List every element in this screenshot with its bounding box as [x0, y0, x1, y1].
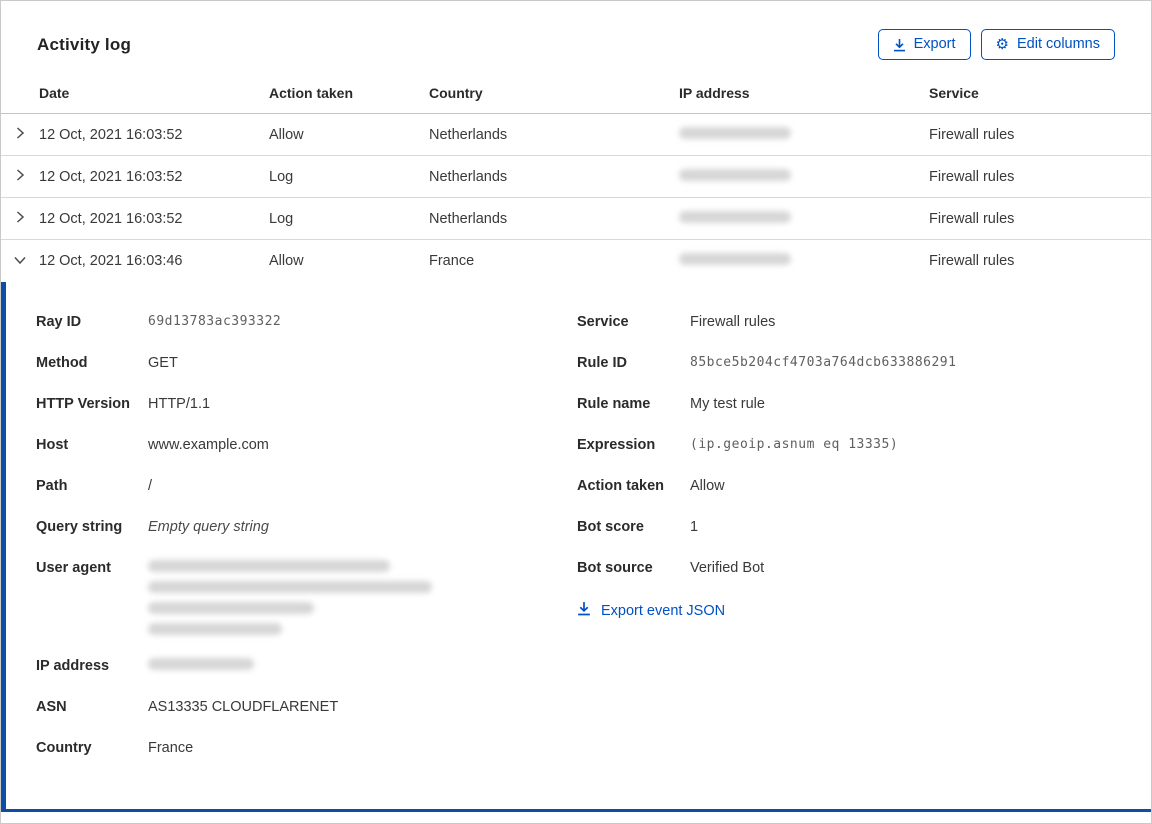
expand-row-button[interactable] — [10, 164, 30, 189]
detail-label-country: Country — [36, 740, 92, 756]
gear-icon: ⚙ — [995, 36, 1009, 53]
detail-left-column: Ray ID 69d13783ac393322 Method GET HTTP … — [36, 312, 577, 809]
row-country: France — [429, 253, 475, 269]
table-row-expanded[interactable]: 12 Oct, 2021 16:03:46 Allow France Firew… — [1, 240, 1151, 282]
row-country: Netherlands — [429, 210, 508, 227]
detail-value-http-version: HTTP/1.1 — [148, 396, 211, 412]
detail-value-asn: AS13335 CLOUDFLARENET — [148, 699, 339, 715]
row-date: 12 Oct, 2021 16:03:52 — [39, 168, 183, 185]
export-event-json-label: Export event JSON — [601, 602, 726, 619]
page-title: Activity log — [37, 34, 132, 54]
column-header-action-taken: Action taken — [269, 85, 354, 101]
row-date: 12 Oct, 2021 16:03:52 — [39, 210, 183, 227]
redacted-ip-address — [679, 126, 791, 139]
toolbar: Export ⚙ Edit columns — [877, 29, 1115, 60]
detail-value-ray-id: 69d13783ac393322 — [148, 314, 282, 329]
detail-value-expression: (ip.geoip.asnum eq 13335) — [690, 437, 899, 452]
detail-label-rule-name: Rule name — [577, 396, 651, 412]
row-service: Firewall rules — [929, 126, 1015, 143]
row-service: Firewall rules — [929, 210, 1015, 227]
table-header: Date Action taken Country IP address Ser… — [1, 82, 1151, 114]
detail-value-method: GET — [148, 355, 178, 371]
detail-label-http-version: HTTP Version — [36, 396, 131, 412]
redacted-ip-address — [679, 253, 791, 265]
download-icon — [893, 38, 906, 52]
detail-value-query-string: Empty query string — [148, 519, 269, 535]
detail-label-action-taken: Action taken — [577, 478, 665, 494]
detail-label-bot-source: Bot source — [577, 560, 653, 576]
collapse-row-button[interactable] — [9, 250, 31, 273]
detail-label-service: Service — [577, 314, 629, 330]
expand-row-button[interactable] — [10, 206, 30, 231]
edit-columns-button-label: Edit columns — [1016, 36, 1100, 53]
detail-value-rule-id: 85bce5b204cf4703a764dcb633886291 — [690, 355, 957, 370]
detail-value-host: www.example.com — [148, 437, 269, 453]
detail-label-bot-score: Bot score — [577, 519, 644, 535]
detail-label-query-string: Query string — [36, 519, 123, 535]
column-header-service: Service — [929, 85, 979, 101]
row-date: 12 Oct, 2021 16:03:52 — [39, 126, 183, 143]
export-button-label: Export — [913, 36, 956, 53]
detail-label-ray-id: Ray ID — [36, 314, 82, 330]
chevron-right-icon — [14, 210, 26, 227]
export-button[interactable]: Export — [877, 29, 971, 60]
detail-label-ip-address: IP address — [36, 658, 110, 674]
column-header-date: Date — [39, 85, 70, 101]
redacted-ip-address — [148, 658, 254, 670]
download-icon — [577, 601, 591, 620]
row-date: 12 Oct, 2021 16:03:46 — [39, 253, 183, 269]
detail-value-country: France — [148, 740, 194, 756]
detail-label-asn: ASN — [36, 699, 67, 715]
detail-value-bot-score: 1 — [690, 519, 699, 535]
detail-label-host: Host — [36, 437, 69, 453]
chevron-right-icon — [14, 126, 26, 143]
detail-label-rule-id: Rule ID — [577, 355, 627, 371]
row-action-taken: Allow — [269, 126, 304, 143]
detail-value-rule-name: My test rule — [690, 396, 765, 412]
table-row[interactable]: 12 Oct, 2021 16:03:52 Allow Netherlands … — [1, 114, 1151, 156]
row-action-taken: Log — [269, 168, 294, 185]
row-service: Firewall rules — [929, 253, 1015, 269]
row-action-taken: Allow — [269, 253, 304, 269]
redacted-user-agent — [148, 558, 432, 635]
export-event-json-link[interactable]: Export event JSON — [577, 601, 725, 620]
detail-value-action-taken: Allow — [690, 478, 725, 494]
redacted-ip-address — [679, 168, 791, 181]
detail-label-user-agent: User agent — [36, 560, 111, 576]
expand-row-button[interactable] — [10, 122, 30, 147]
column-header-ip-address: IP address — [679, 85, 750, 101]
detail-label-path: Path — [36, 478, 68, 494]
edit-columns-button[interactable]: ⚙ Edit columns — [980, 29, 1115, 60]
table-row[interactable]: 12 Oct, 2021 16:03:52 Log Netherlands Fi… — [1, 156, 1151, 198]
chevron-right-icon — [14, 168, 26, 185]
row-action-taken: Log — [269, 210, 294, 227]
detail-label-expression: Expression — [577, 437, 656, 453]
activity-log-panel: Activity log Export ⚙ Edit columns Date … — [0, 0, 1152, 824]
detail-value-path: / — [148, 478, 153, 494]
table-row[interactable]: 12 Oct, 2021 16:03:52 Log Netherlands Fi… — [1, 198, 1151, 240]
detail-right-column: Service Firewall rules Rule ID 85bce5b20… — [577, 312, 1151, 809]
row-country: Netherlands — [429, 126, 508, 143]
column-header-country: Country — [429, 85, 483, 101]
redacted-ip-address — [679, 210, 791, 223]
event-detail-panel: Ray ID 69d13783ac393322 Method GET HTTP … — [1, 282, 1151, 812]
topbar: Activity log Export ⚙ Edit columns — [1, 1, 1151, 82]
row-service: Firewall rules — [929, 168, 1015, 185]
row-country: Netherlands — [429, 168, 508, 185]
detail-value-service: Firewall rules — [690, 314, 776, 330]
detail-label-method: Method — [36, 355, 88, 371]
detail-value-bot-source: Verified Bot — [690, 560, 765, 576]
chevron-down-icon — [13, 254, 27, 269]
